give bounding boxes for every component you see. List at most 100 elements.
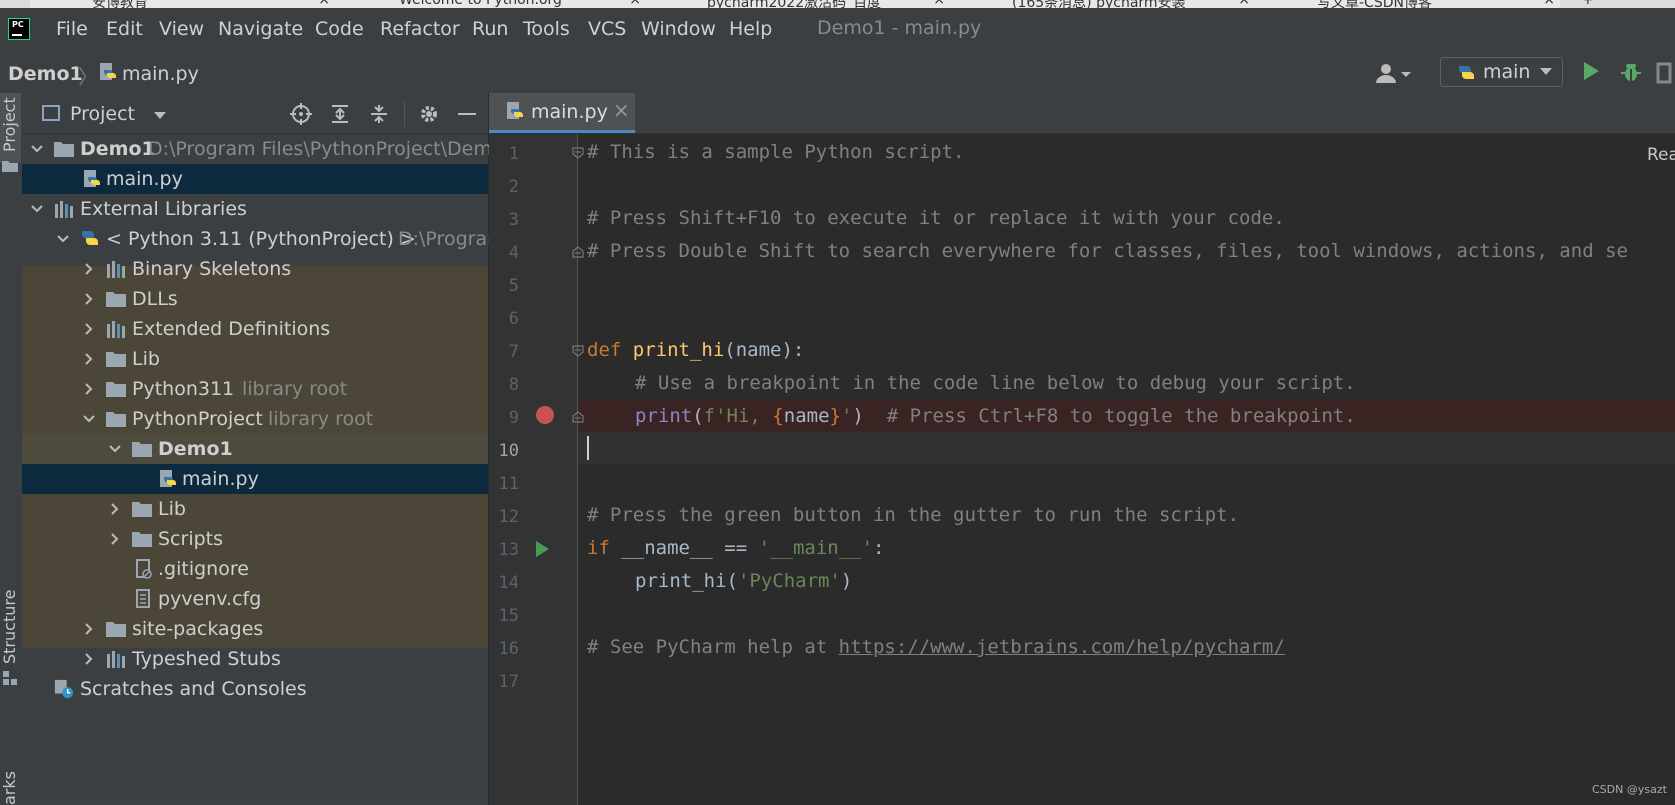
browser-tab-label: (165条消息) pycharm安装 <box>1012 0 1186 8</box>
reader-mode-toggle[interactable]: Rea <box>1647 145 1675 165</box>
help-link[interactable]: https://www.jetbrains.com/help/pycharm/ <box>839 636 1285 658</box>
browser-tab[interactable]: (165条消息) pycharm安装 × <box>950 0 1257 8</box>
tree-item-label: Extended Definitions <box>132 318 331 340</box>
tree-item-label: site-packages <box>132 618 264 640</box>
run-gutter-icon[interactable] <box>536 541 549 557</box>
editor-tab-label: main.py <box>531 101 608 123</box>
tree-item-external-libraries[interactable]: External Libraries <box>22 194 488 224</box>
tree-item-gitignore[interactable]: .gitignore <box>22 554 488 584</box>
code-line-9: print(f'Hi, {name}') # Press Ctrl+F8 to … <box>587 405 1356 427</box>
tree-item-site-packages[interactable]: site-packages <box>22 614 488 644</box>
line-number: 6 <box>508 309 519 329</box>
fold-icon[interactable] <box>572 147 584 159</box>
editor-gutter[interactable] <box>489 134 578 805</box>
editor-tab-main-py[interactable]: main.py × <box>489 93 635 133</box>
menu-window[interactable]: Window <box>641 18 716 40</box>
tree-item-binary-skeletons[interactable]: Binary Skeletons <box>22 254 488 284</box>
browser-tab[interactable]: 安博教育 × <box>30 0 337 8</box>
tree-item-python311[interactable]: Python311 library root <box>22 374 488 404</box>
close-icon[interactable]: × <box>1238 0 1250 8</box>
chevron-right-icon <box>85 293 93 305</box>
locate-icon[interactable] <box>290 103 312 125</box>
tree-item-pythonproject[interactable]: PythonProject library root <box>22 404 488 434</box>
code-line-1: # This is a sample Python script. <box>587 141 965 163</box>
chevron-right-icon <box>85 623 93 635</box>
tree-item-main-py[interactable]: main.py <box>22 464 488 494</box>
run-icon[interactable] <box>1584 62 1599 80</box>
menu-refactor[interactable]: Refactor <box>380 18 460 40</box>
code-token: ) <box>852 405 864 427</box>
collapse-all-icon[interactable] <box>368 103 390 125</box>
fold-icon[interactable] <box>572 411 584 423</box>
tool-window-structure[interactable]: Structure <box>0 590 19 664</box>
line-number: 14 <box>498 573 519 593</box>
tree-item-pyvenv-cfg[interactable]: pyvenv.cfg <box>22 584 488 614</box>
navigation-bar <box>0 54 1675 94</box>
tree-item-lib[interactable]: Lib <box>22 494 488 524</box>
run-configuration-select[interactable]: main <box>1440 57 1563 87</box>
code-token: ( <box>692 405 704 427</box>
folder-icon <box>106 622 126 637</box>
chevron-right-icon <box>85 383 93 395</box>
python-icon <box>82 231 98 245</box>
menu-navigate[interactable]: Navigate <box>218 18 303 40</box>
tree-item-typeshed-stubs[interactable]: Typeshed Stubs <box>22 644 488 674</box>
tree-item-main-py[interactable]: main.py <box>22 164 488 194</box>
tree-item-demo1[interactable]: Demo1 <box>22 434 488 464</box>
close-icon[interactable]: × <box>629 0 641 8</box>
menu-file[interactable]: File <box>56 18 88 40</box>
fold-icon[interactable] <box>572 246 584 258</box>
library-icon <box>107 321 125 338</box>
close-icon[interactable]: × <box>933 0 945 8</box>
tree-item-dlls[interactable]: DLLs <box>22 284 488 314</box>
line-number: 12 <box>498 507 519 527</box>
tree-item-demo1-root[interactable]: Demo1 D:\Program Files\PythonProject\Dem… <box>22 134 503 164</box>
code-token: } <box>829 405 841 427</box>
breadcrumb-project[interactable]: Demo1 <box>8 63 83 85</box>
menu-run[interactable]: Run <box>472 18 508 40</box>
gear-icon[interactable] <box>418 103 440 125</box>
menu-view[interactable]: View <box>159 18 204 40</box>
minimize-icon[interactable] <box>456 103 478 125</box>
library-icon <box>55 201 73 218</box>
tree-item-python-sdk[interactable]: < Python 3.11 (PythonProject) > D:\Progr… <box>22 224 506 254</box>
fold-icon[interactable] <box>572 345 584 357</box>
menu-code[interactable]: Code <box>315 18 364 40</box>
tree-item-extended-definitions[interactable]: Extended Definitions <box>22 314 488 344</box>
breadcrumb-file[interactable]: main.py <box>122 63 199 85</box>
close-icon[interactable]: × <box>613 98 630 122</box>
menu-tools[interactable]: Tools <box>523 18 570 40</box>
menu-vcs[interactable]: VCS <box>588 18 626 40</box>
toolbar-divider <box>404 101 405 127</box>
code-line-7: def print_hi(name): <box>587 339 804 361</box>
new-tab-button[interactable]: + <box>1560 0 1675 8</box>
code-token: f'Hi, <box>703 405 773 427</box>
close-icon[interactable]: × <box>1543 0 1555 8</box>
tree-item-scripts[interactable]: Scripts <box>22 524 488 554</box>
project-panel-title[interactable]: Project <box>70 103 135 125</box>
line-number: 15 <box>498 606 519 626</box>
code-token: # See PyCharm help at <box>587 636 839 658</box>
browser-tab[interactable]: 写文章-CSDN博客 × <box>1255 0 1562 8</box>
code-editor[interactable] <box>578 134 1675 805</box>
watermark: CSDN @ysazt <box>1592 783 1667 796</box>
expand-all-icon[interactable] <box>329 103 351 125</box>
chevron-down-icon <box>31 145 43 153</box>
debug-icon[interactable] <box>1620 61 1642 83</box>
tool-window-project[interactable]: Project <box>0 97 19 152</box>
breakpoint-icon[interactable] <box>536 406 554 424</box>
tree-item-lib[interactable]: Lib <box>22 344 488 374</box>
menu-help[interactable]: Help <box>729 18 772 40</box>
tree-item-path: D:\Program Files\PythonProject\Demo <box>148 138 504 160</box>
chevron-down-icon[interactable] <box>154 112 166 119</box>
code-token: print_hi( <box>635 570 738 592</box>
browser-tab[interactable]: pycharm2022激活码_百度 × <box>645 0 952 8</box>
current-line-highlight <box>578 432 1675 464</box>
menu-edit[interactable]: Edit <box>106 18 143 40</box>
user-icon[interactable] <box>1373 62 1413 84</box>
coverage-icon[interactable] <box>1656 62 1675 84</box>
browser-tab[interactable]: Welcome to Python.org × <box>333 0 648 8</box>
tool-window-bookmarks[interactable]: arks <box>0 771 19 805</box>
close-icon[interactable]: × <box>318 0 330 8</box>
tree-item-scratches[interactable]: Scratches and Consoles <box>22 674 488 704</box>
